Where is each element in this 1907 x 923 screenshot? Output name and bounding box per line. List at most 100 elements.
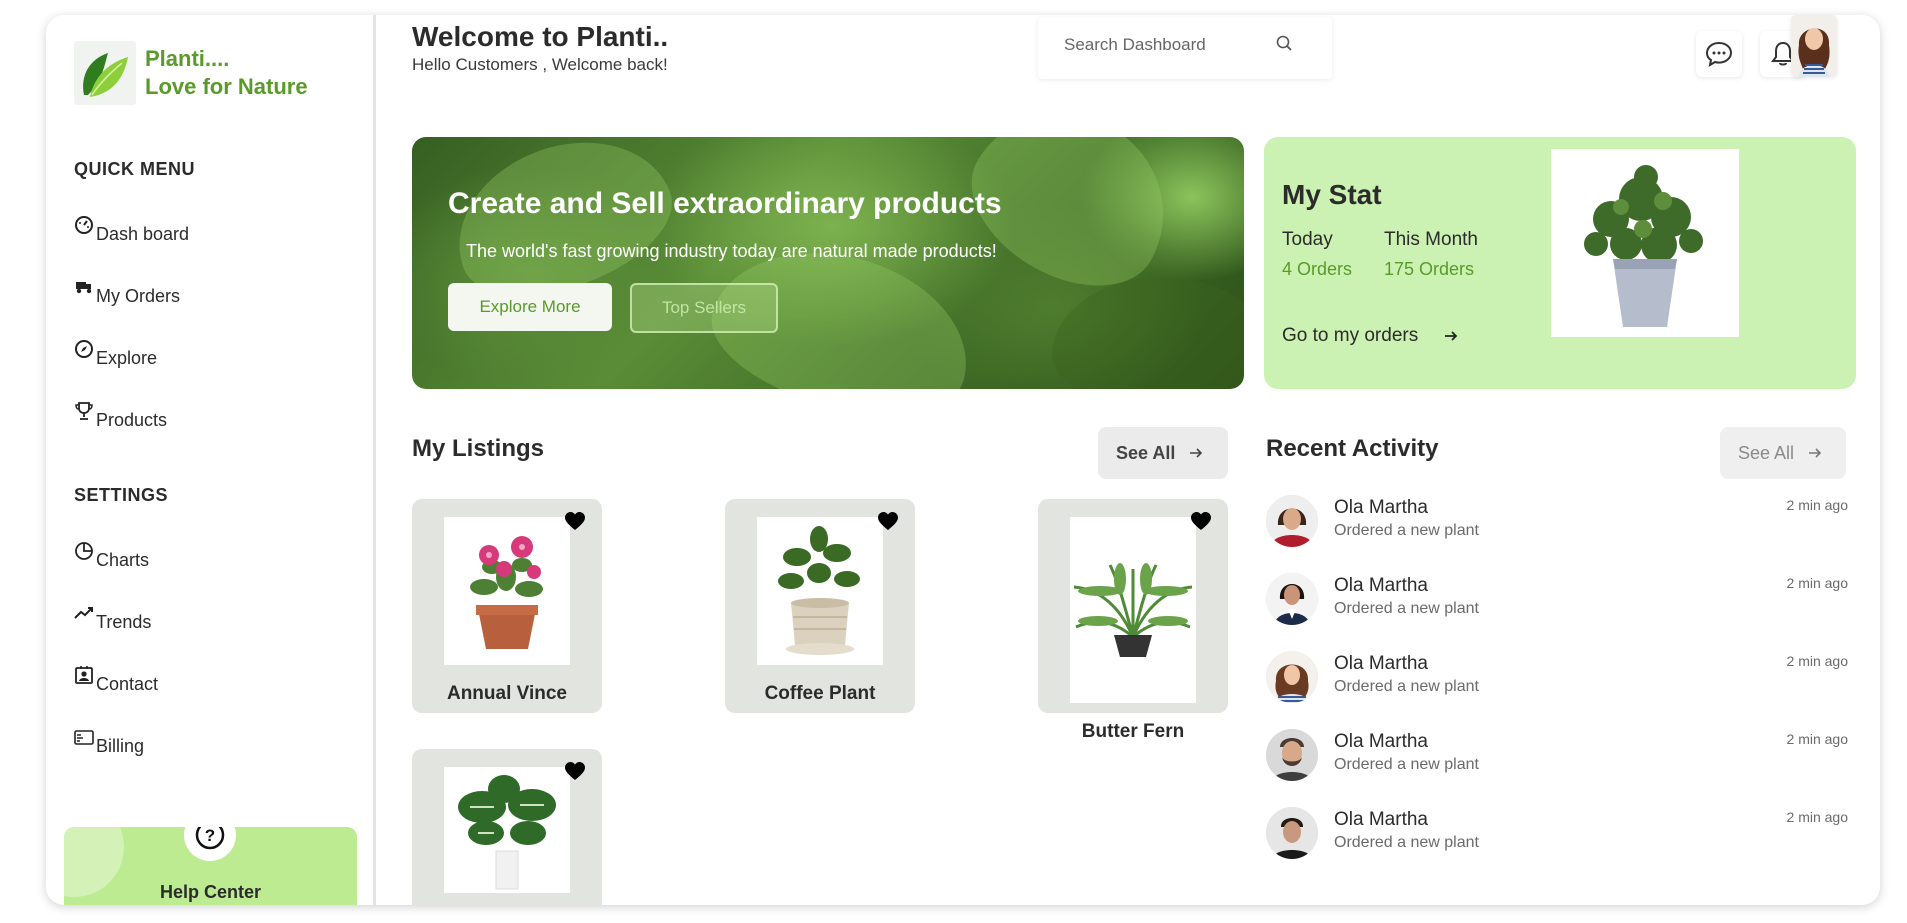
page-title: Welcome to Planti.. xyxy=(412,21,669,52)
activity-name: Ola Martha xyxy=(1334,497,1428,518)
activity-see-all-button[interactable]: See All xyxy=(1720,427,1846,479)
listing-image xyxy=(444,767,570,893)
favorite-heart-icon[interactable] xyxy=(877,511,899,531)
avatar xyxy=(1266,651,1318,703)
contact-icon xyxy=(75,666,93,684)
brand-name: Planti.... Love for Nature xyxy=(145,45,308,101)
activity-time: 2 min ago xyxy=(1786,575,1848,591)
logo[interactable] xyxy=(74,41,136,105)
svg-text:?: ? xyxy=(205,827,215,845)
messages-button[interactable] xyxy=(1696,31,1742,77)
recent-activity-title: Recent Activity xyxy=(1266,435,1439,462)
listing-card[interactable]: Coffee Plant xyxy=(725,499,915,713)
activity-item[interactable]: Ola Martha Ordered a new plant 2 min ago xyxy=(1266,573,1848,629)
sidebar-item-charts[interactable]: Charts xyxy=(74,541,149,571)
dashboard-icon xyxy=(75,216,93,234)
listing-name: Coffee Plant xyxy=(764,683,876,704)
arrow-right-icon xyxy=(1445,331,1458,341)
avatar xyxy=(1266,729,1318,781)
listing-image xyxy=(757,517,883,665)
activity-item[interactable]: Ola Martha Ordered a new plant 2 min ago xyxy=(1266,651,1848,707)
my-listings-title: My Listings xyxy=(412,435,545,462)
sidebar-item-billing[interactable]: Billing xyxy=(74,727,144,757)
activity-time: 2 min ago xyxy=(1786,809,1848,825)
see-all-label: See All xyxy=(1116,442,1176,463)
listing-name: Butter Fern xyxy=(1081,721,1185,742)
listing-name: Annual Vince xyxy=(446,683,567,704)
activity-desc: Ordered a new plant xyxy=(1334,600,1479,617)
favorite-heart-icon[interactable] xyxy=(1190,511,1212,531)
user-avatar[interactable] xyxy=(1791,15,1837,77)
sidebar-item-my-orders[interactable]: My Orders xyxy=(74,277,180,307)
activity-desc: Ordered a new plant xyxy=(1334,678,1479,695)
listing-card[interactable] xyxy=(412,749,602,905)
see-all-label: See All xyxy=(1738,442,1795,463)
help-icon-badge: ? xyxy=(184,827,236,861)
sidebar-item-contact[interactable]: Contact xyxy=(74,665,158,695)
sidebar-item-trends[interactable]: Trends xyxy=(74,603,151,633)
search-icon[interactable] xyxy=(1274,33,1296,55)
sidebar-item-products[interactable]: Products xyxy=(74,401,167,431)
search-box[interactable] xyxy=(1038,17,1332,79)
sidebar: Planti.... Love for Nature QUICK MENU Da… xyxy=(46,15,376,905)
sidebar-item-explore[interactable]: Explore xyxy=(74,339,157,369)
activity-item[interactable]: Ola Martha Ordered a new plant 2 min ago xyxy=(1266,729,1848,785)
arrow-right-icon xyxy=(1190,448,1203,458)
settings-heading: SETTINGS xyxy=(74,485,169,505)
month-value: 175 Orders xyxy=(1384,259,1475,279)
sidebar-item-label: Dash board xyxy=(96,224,190,244)
help-center-card[interactable]: ? Help Center xyxy=(64,827,357,905)
question-icon: ? xyxy=(195,827,225,850)
activity-name: Ola Martha xyxy=(1334,653,1428,674)
listings-see-all-button[interactable]: See All xyxy=(1098,427,1228,479)
avatar xyxy=(1266,807,1318,859)
top-sellers-button[interactable]: Top Sellers xyxy=(630,283,778,333)
sidebar-item-label: Trends xyxy=(96,612,152,632)
search-input[interactable] xyxy=(1064,35,1264,55)
month-label: This Month xyxy=(1384,229,1478,250)
activity-item[interactable]: Ola Martha Ordered a new plant 2 min ago xyxy=(1266,495,1848,551)
trend-icon xyxy=(74,607,93,619)
stat-title: My Stat xyxy=(1282,179,1382,210)
delivery-icon xyxy=(76,282,92,294)
activity-item[interactable]: Ola Martha Ordered a new plant 2 min ago xyxy=(1266,807,1848,863)
activity-time: 2 min ago xyxy=(1786,731,1848,747)
page-subtitle: Hello Customers , Welcome back! xyxy=(412,55,668,74)
favorite-heart-icon[interactable] xyxy=(564,761,586,781)
activity-time: 2 min ago xyxy=(1786,653,1848,669)
listing-image xyxy=(1070,517,1196,703)
today-value: 4 Orders xyxy=(1282,259,1353,279)
activity-desc: Ordered a new plant xyxy=(1334,756,1479,773)
listing-card[interactable]: Butter Fern xyxy=(1038,499,1228,742)
hero-banner: Create and Sell extraordinary products T… xyxy=(412,137,1244,389)
trophy-icon xyxy=(75,402,93,420)
avatar xyxy=(1266,495,1318,547)
banner-text: The world's fast growing industry today … xyxy=(466,241,997,261)
banner-title: Create and Sell extraordinary products xyxy=(448,187,1002,220)
activity-name: Ola Martha xyxy=(1334,731,1428,752)
leaf-logo-icon xyxy=(83,53,128,97)
brand-line-1: Planti.... xyxy=(145,46,230,71)
help-center-label: Help Center xyxy=(159,882,262,902)
sidebar-item-dashboard[interactable]: Dash board xyxy=(74,215,189,245)
sidebar-item-label: Explore xyxy=(96,348,158,368)
explore-more-button[interactable]: Explore More xyxy=(448,283,612,331)
sidebar-item-label: Billing xyxy=(96,736,145,756)
activity-desc: Ordered a new plant xyxy=(1334,834,1479,851)
brand-line-2: Love for Nature xyxy=(145,74,308,99)
listing-card[interactable]: Annual Vince xyxy=(412,499,602,713)
go-to-orders-label: Go to my orders xyxy=(1282,325,1419,346)
go-to-orders-link[interactable]: Go to my orders xyxy=(1282,325,1458,347)
favorite-heart-icon[interactable] xyxy=(564,511,586,531)
activity-desc: Ordered a new plant xyxy=(1334,522,1479,539)
arrow-right-icon xyxy=(1809,448,1822,458)
user-avatar-image xyxy=(1791,15,1837,77)
today-label: Today xyxy=(1282,229,1333,250)
sidebar-item-label: Contact xyxy=(96,674,159,694)
sidebar-item-label: My Orders xyxy=(96,286,181,306)
activity-name: Ola Martha xyxy=(1334,575,1428,596)
quick-menu-heading: QUICK MENU xyxy=(74,159,195,179)
avatar xyxy=(1266,573,1318,625)
card-icon xyxy=(74,730,94,745)
compass-icon xyxy=(75,340,93,358)
